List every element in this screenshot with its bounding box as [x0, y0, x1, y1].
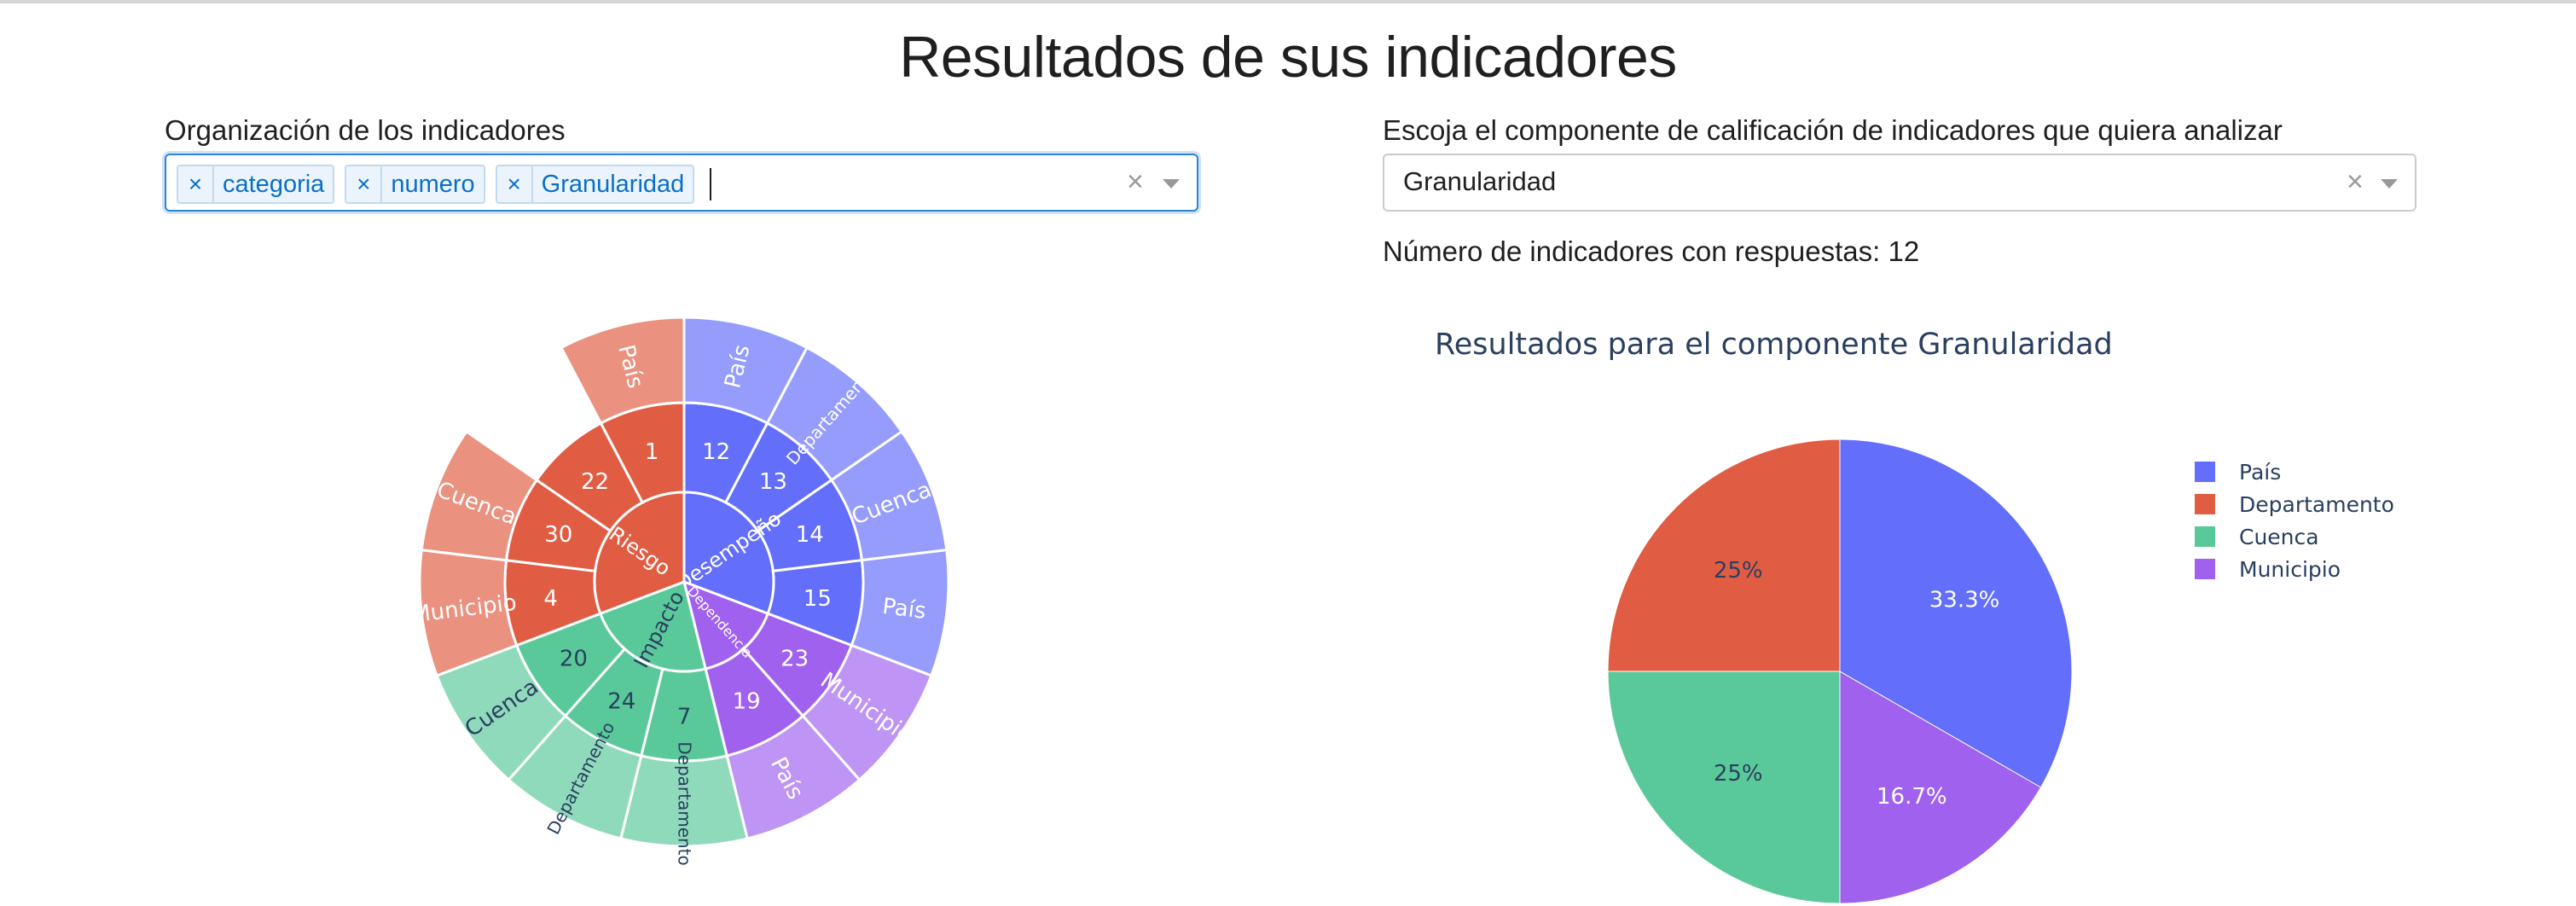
pie-label-departamento: 25% — [1714, 558, 1763, 584]
sunburst-leaf-label-departamento: Departamento — [674, 741, 694, 866]
sunburst-label-4: 4 — [543, 586, 558, 612]
component-select[interactable]: Granularidad × — [1383, 154, 2416, 212]
sunburst-label-24: 24 — [607, 688, 635, 714]
legend-item-municipio[interactable]: Municipio — [2195, 553, 2394, 585]
pie-label-cuenca: 25% — [1714, 761, 1763, 787]
sunburst-leaf-label-pais: País — [881, 594, 927, 624]
sunburst-label-13: 13 — [759, 469, 787, 495]
legend-swatch — [2195, 462, 2215, 482]
sunburst-label-23: 23 — [780, 646, 809, 671]
legend-swatch — [2195, 559, 2215, 579]
legend-item-cuenca[interactable]: Cuenca — [2195, 520, 2394, 553]
sunburst-label-15: 15 — [804, 586, 832, 612]
pie-chart[interactable]: 33.3% 16.7% 25% 25% — [1365, 375, 2218, 906]
legend-swatch — [2195, 526, 2215, 547]
legend-label: Cuenca — [2239, 524, 2319, 549]
legend-item-pais[interactable]: País — [2195, 456, 2394, 488]
sunburst-label-14: 14 — [796, 522, 824, 548]
sunburst-label-22: 22 — [581, 469, 609, 495]
legend-label: Departamento — [2239, 491, 2394, 517]
component-label: Escoja el componente de calificación de … — [1383, 114, 2283, 146]
pie-slice-departamento[interactable] — [1607, 438, 1841, 672]
legend-swatch — [2195, 494, 2215, 514]
pie-slice-cuenca[interactable] — [1607, 671, 1841, 904]
legend-label: Municipio — [2239, 556, 2341, 582]
pie-legend: País Departamento Cuenca Municipio — [2195, 456, 2394, 585]
pie-chart-title: Resultados para el componente Granularid… — [1435, 328, 2113, 362]
sunburst-label-12: 12 — [702, 439, 730, 465]
chevron-down-icon[interactable] — [2381, 179, 2398, 189]
sunburst-chart[interactable]: 12País13Departamento14Cuenca15 PaísDesemp… — [0, 0, 1279, 906]
pie-label-pais: 33.3% — [1929, 588, 2000, 613]
sunburst-label-7: 7 — [677, 705, 692, 730]
sunburst-label-30: 30 — [544, 522, 572, 548]
legend-item-departamento[interactable]: Departamento — [2195, 488, 2394, 520]
pie-label-municipio: 16.7% — [1877, 784, 1947, 810]
sunburst-label-19: 19 — [733, 688, 761, 714]
sunburst-label-1: 1 — [645, 439, 659, 465]
indicator-count-text: Número de indicadores con respuestas: 12 — [1383, 235, 1920, 267]
sunburst-label-20: 20 — [560, 646, 588, 671]
selected-value: Granularidad — [1403, 166, 1557, 196]
clear-icon[interactable]: × — [2347, 166, 2364, 199]
legend-label: País — [2239, 459, 2282, 485]
